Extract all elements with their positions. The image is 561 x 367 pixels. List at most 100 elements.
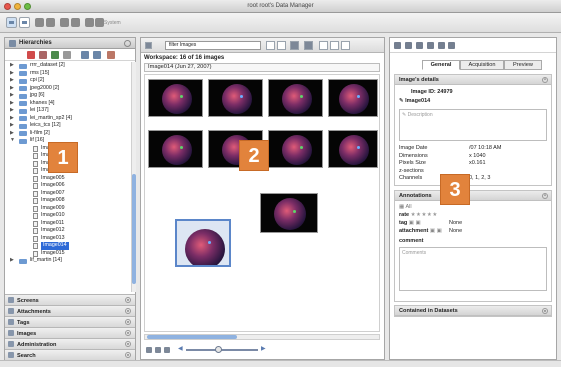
cut-icon[interactable]: [39, 51, 47, 59]
people-icon[interactable]: [85, 18, 94, 27]
image-thumbnail[interactable]: [148, 130, 203, 168]
image-thumbnail[interactable]: [148, 79, 203, 117]
accordion-tags[interactable]: Tags v: [5, 316, 135, 327]
tree-image-item[interactable]: Image005: [5, 175, 130, 183]
refresh-icon[interactable]: [93, 51, 101, 59]
expand-icon[interactable]: v: [542, 308, 548, 314]
tree-folder[interactable]: ▶ lei [137]: [5, 107, 130, 115]
image-thumbnail[interactable]: [328, 130, 378, 168]
tree-folder[interactable]: ▶ lif_martin [14]: [5, 257, 130, 265]
zoom-right-arrow-icon[interactable]: ▶: [261, 345, 266, 352]
image-thumbnail[interactable]: [175, 219, 231, 267]
grid-view-button[interactable]: [19, 17, 30, 28]
expand-icon[interactable]: v: [125, 297, 131, 303]
zoom-slider[interactable]: [186, 346, 258, 353]
collapsed-arrow-icon[interactable]: ▶: [10, 92, 14, 100]
collapsed-arrow-icon[interactable]: ▶: [10, 130, 14, 138]
expand-icon[interactable]: v: [125, 308, 131, 314]
collapse-icon[interactable]: [124, 40, 131, 47]
tree-folder[interactable]: ▶ lei_martin_sp2 [4]: [5, 115, 130, 123]
zoom-in-icon[interactable]: [164, 347, 170, 353]
tree-image-item[interactable]: Image010: [5, 212, 130, 220]
magnify-button[interactable]: [290, 41, 299, 50]
thumbnail-view-button[interactable]: [266, 41, 275, 50]
info-icon[interactable]: [394, 42, 401, 49]
filter-dropdown-icon[interactable]: [145, 42, 152, 49]
tree-folder[interactable]: ▶ jpeg2000 [2]: [5, 85, 130, 93]
tree-image-item[interactable]: Image014: [5, 242, 130, 250]
tree-scrollbar-thumb[interactable]: [132, 174, 136, 284]
tree-image-item[interactable]: Image012: [5, 227, 130, 235]
zoom-out-icon[interactable]: [146, 347, 152, 353]
collapsed-arrow-icon[interactable]: ▶: [10, 115, 14, 123]
add-icon[interactable]: [27, 51, 35, 59]
collapsed-arrow-icon[interactable]: ▶: [10, 122, 14, 130]
tree-folder[interactable]: ▶ li-film [2]: [5, 130, 130, 138]
search-icon[interactable]: [60, 18, 69, 27]
pencil-icon[interactable]: ✎: [399, 98, 404, 104]
collapsed-arrow-icon[interactable]: ▶: [10, 70, 14, 78]
zoom-left-arrow-icon[interactable]: ◀: [178, 345, 183, 352]
tree-image-item[interactable]: Image008: [5, 197, 130, 205]
expand-icon[interactable]: v: [125, 319, 131, 325]
tree-folder[interactable]: ▶ rms [15]: [5, 70, 130, 78]
accordion-images[interactable]: Images v: [5, 327, 135, 338]
workspace-scrollbar[interactable]: [144, 334, 380, 340]
zoom-slider-knob[interactable]: [215, 346, 222, 353]
tree-image-item[interactable]: Image013: [5, 235, 130, 243]
image-details-header[interactable]: Image's details ^: [395, 75, 551, 85]
expanded-arrow-icon[interactable]: ▼: [10, 137, 15, 145]
add-tag-icon[interactable]: ▣ ▣: [409, 220, 421, 226]
description-field[interactable]: ✎ Description: [399, 109, 547, 141]
viewer-icon[interactable]: [438, 42, 445, 49]
tab-acquisition[interactable]: Acquisition: [460, 60, 504, 70]
comments-field[interactable]: Comments: [399, 247, 547, 291]
accordion-administration[interactable]: Administration v: [5, 338, 135, 349]
layout-button[interactable]: [319, 41, 328, 50]
home-icon[interactable]: [107, 51, 115, 59]
expand-icon[interactable]: v: [125, 341, 131, 347]
tree-folder[interactable]: ▶ leics_tcs [12]: [5, 122, 130, 130]
filter-field[interactable]: filter Images: [165, 41, 261, 50]
save-button[interactable]: [341, 41, 350, 50]
image-thumbnail[interactable]: [268, 79, 323, 117]
tree-folder[interactable]: ▶ rrrr_dataset [2]: [5, 62, 130, 70]
add-attachment-icon[interactable]: ▣ ▣: [430, 228, 442, 234]
browser-icon[interactable]: [35, 18, 44, 27]
tree-image-item[interactable]: Image009: [5, 205, 130, 213]
accordion-attachments[interactable]: Attachments v: [5, 305, 135, 316]
system-label[interactable]: System: [104, 20, 121, 26]
tree-scrollbar[interactable]: [131, 62, 136, 292]
filter-icon[interactable]: [81, 51, 89, 59]
import-icon[interactable]: [71, 18, 80, 27]
image-thumbnail[interactable]: [208, 79, 263, 117]
expand-icon[interactable]: v: [125, 352, 131, 358]
expand-icon[interactable]: v: [125, 330, 131, 336]
column-button[interactable]: [330, 41, 339, 50]
chart-icon[interactable]: [427, 42, 434, 49]
collapsed-arrow-icon[interactable]: ▶: [10, 62, 14, 70]
zoom-fit-icon[interactable]: [155, 347, 161, 353]
link-icon[interactable]: [416, 42, 423, 49]
tree-folder[interactable]: ▶ khanes [4]: [5, 100, 130, 108]
tree-image-item[interactable]: Image007: [5, 190, 130, 198]
table-icon[interactable]: [46, 18, 55, 27]
list-view-button[interactable]: [277, 41, 286, 50]
download-icon[interactable]: [448, 42, 455, 49]
image-thumbnail[interactable]: [268, 130, 323, 168]
tree-image-item[interactable]: Image011: [5, 220, 130, 228]
image-thumbnail[interactable]: [328, 79, 378, 117]
tab-general[interactable]: General: [422, 60, 460, 70]
rating-stars[interactable]: ★★★★★: [411, 212, 438, 218]
tree-folder[interactable]: ▶ jpg [6]: [5, 92, 130, 100]
copy-icon[interactable]: [51, 51, 59, 59]
annotation-filter[interactable]: ▦ All: [399, 204, 412, 210]
tree-image-item[interactable]: Image006: [5, 182, 130, 190]
collapsed-arrow-icon[interactable]: ▶: [10, 77, 14, 85]
workspace-scrollbar-thumb[interactable]: [147, 335, 237, 339]
contained-in-datasets-header[interactable]: Contained in Datasets v: [395, 306, 551, 316]
collapsed-arrow-icon[interactable]: ▶: [10, 85, 14, 93]
tab-preview[interactable]: Preview: [504, 60, 542, 70]
collapsed-arrow-icon[interactable]: ▶: [10, 257, 14, 265]
tree-folder[interactable]: ▶ cpi [2]: [5, 77, 130, 85]
